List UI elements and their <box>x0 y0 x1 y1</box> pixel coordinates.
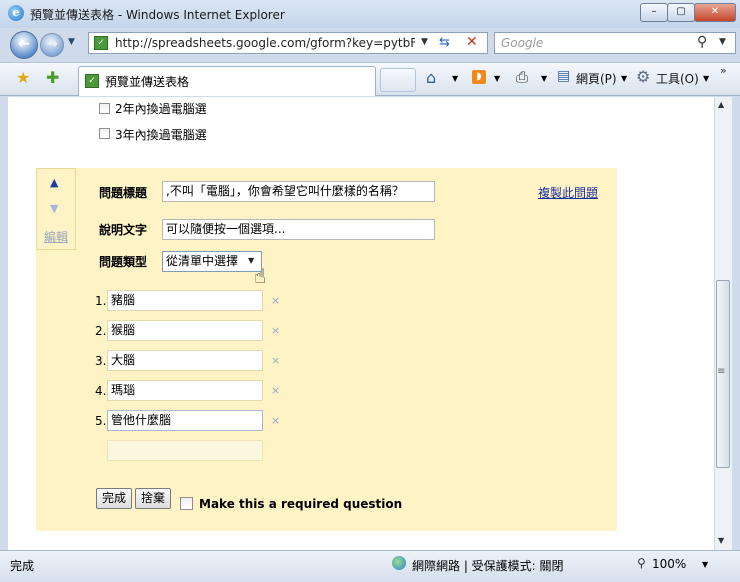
remove-choice-icon[interactable]: × <box>271 414 280 427</box>
option-label-3yr: 3年內換過電腦選 <box>115 128 207 142</box>
stop-icon[interactable]: ✕ <box>466 34 478 50</box>
tab-label: 預覽並傳送表格 <box>105 75 190 89</box>
move-up-arrow-icon[interactable]: ▲ <box>50 176 58 189</box>
tools-menu[interactable]: 工具(O) <box>656 70 699 87</box>
search-icon[interactable]: ⚲ <box>697 34 707 50</box>
search-options-dropdown-icon[interactable]: ▼ <box>719 37 726 47</box>
new-choice-input[interactable] <box>107 440 263 461</box>
tools-dropdown-icon[interactable]: ▼ <box>703 74 709 83</box>
choice-input[interactable]: 豬腦 <box>107 290 263 311</box>
internet-globe-icon <box>392 556 406 570</box>
choice-input[interactable]: 瑪瑙 <box>107 380 263 401</box>
more-commands-chevron-icon[interactable]: » <box>720 64 727 77</box>
choice-number: 3. <box>95 354 107 368</box>
done-button[interactable]: 完成 <box>96 488 132 509</box>
page-dropdown-icon[interactable]: ▼ <box>621 74 627 83</box>
scrollbar-grip-icon: ≡ <box>717 366 726 377</box>
copy-question-link[interactable]: 複製此問題 <box>538 184 598 201</box>
new-tab-button[interactable] <box>380 68 416 92</box>
required-checkbox[interactable] <box>180 497 193 510</box>
choice-number: 1. <box>95 294 107 308</box>
move-down-arrow-icon[interactable]: ▼ <box>50 202 58 215</box>
print-dropdown-icon[interactable]: ▼ <box>541 74 547 83</box>
maximize-button[interactable]: ▢ <box>667 3 695 22</box>
minimize-button[interactable]: – <box>640 3 668 22</box>
print-icon[interactable]: ⎙ <box>516 68 528 86</box>
search-input[interactable]: Google <box>501 36 543 50</box>
edit-link[interactable]: 編輯 <box>44 228 68 245</box>
option-checkbox-3yr[interactable] <box>99 128 110 139</box>
zoom-dropdown-icon[interactable]: ▼ <box>702 560 708 569</box>
choice-number: 4. <box>95 384 107 398</box>
close-button[interactable]: ✕ <box>694 3 736 22</box>
choice-number: 5. <box>95 414 107 428</box>
question-title-label: 問題標題 <box>99 186 148 200</box>
favorites-star-icon[interactable]: ★ <box>16 68 30 87</box>
forward-button[interactable]: → <box>40 33 64 57</box>
tab-current-page[interactable]: ✓ 預覽並傳送表格 <box>78 66 376 96</box>
page-icon[interactable]: ▤ <box>557 68 570 84</box>
tab-favicon-icon: ✓ <box>85 74 99 88</box>
recent-pages-dropdown-icon[interactable]: ▼ <box>68 37 75 47</box>
remove-choice-icon[interactable]: × <box>271 354 280 367</box>
ie-logo-icon: e <box>8 5 24 21</box>
choice-input[interactable]: 猴腦 <box>107 320 263 341</box>
home-icon[interactable]: ⌂ <box>426 68 436 87</box>
option-label-2yr: 2年內換過電腦選 <box>115 102 207 116</box>
security-zone-text[interactable]: 網際網路 | 受保護模式: 關閉 <box>412 557 564 574</box>
forward-arrow-icon: → <box>46 36 58 52</box>
scroll-up-icon[interactable]: ▲ <box>718 100 724 109</box>
choice-input[interactable]: 大腦 <box>107 350 263 371</box>
question-title-input[interactable]: ,不叫「電腦」，你會希望它叫什麼樣的名稱？ <box>162 181 435 202</box>
feeds-dropdown-icon[interactable]: ▼ <box>494 74 500 83</box>
add-favorites-icon[interactable]: ✚ <box>46 68 59 87</box>
required-label: Make this a required question <box>199 497 403 511</box>
back-arrow-icon: ← <box>18 36 30 52</box>
help-text-label: 說明文字 <box>99 223 148 237</box>
refresh-icon[interactable]: ⇆ <box>439 35 450 50</box>
question-type-label: 問題類型 <box>99 255 148 269</box>
status-text: 完成 <box>10 559 35 573</box>
window-title: 預覽並傳送表格 - Windows Internet Explorer <box>30 8 285 22</box>
home-dropdown-icon[interactable]: ▼ <box>452 74 458 83</box>
zoom-icon[interactable]: ⚲ <box>637 556 646 570</box>
remove-choice-icon[interactable]: × <box>271 294 280 307</box>
remove-choice-icon[interactable]: × <box>271 324 280 337</box>
question-type-select[interactable]: 從清單中選擇 <box>162 251 262 272</box>
scroll-down-icon[interactable]: ▼ <box>718 536 724 545</box>
site-favicon-icon: ✓ <box>94 36 108 50</box>
page-menu[interactable]: 網頁(P) <box>576 70 617 87</box>
address-bar[interactable]: ✓ http://spreadsheets.google.com/gform?k… <box>88 32 488 54</box>
discard-button[interactable]: 捨棄 <box>135 488 171 509</box>
tools-gear-icon[interactable]: ⚙ <box>636 67 650 86</box>
search-box[interactable]: Google ⚲ ▼ <box>494 32 736 54</box>
question-type-value: 從清單中選擇 <box>166 254 239 268</box>
address-text[interactable]: http://spreadsheets.google.com/gform?key… <box>115 36 415 50</box>
help-text-input[interactable]: 可以隨便按一個選項... <box>162 219 435 240</box>
status-bar <box>0 550 740 582</box>
feeds-icon[interactable]: ◗ <box>472 70 486 84</box>
zoom-level[interactable]: 100% <box>652 557 686 571</box>
hand-cursor-icon: ☝ <box>254 264 267 288</box>
address-dropdown-icon[interactable]: ▼ <box>421 37 428 47</box>
remove-choice-icon[interactable]: × <box>271 384 280 397</box>
choice-input[interactable]: 管他什麼腦 <box>107 410 263 431</box>
choice-number: 2. <box>95 324 107 338</box>
back-button[interactable]: ← <box>10 31 38 59</box>
option-checkbox-2yr[interactable] <box>99 103 110 114</box>
